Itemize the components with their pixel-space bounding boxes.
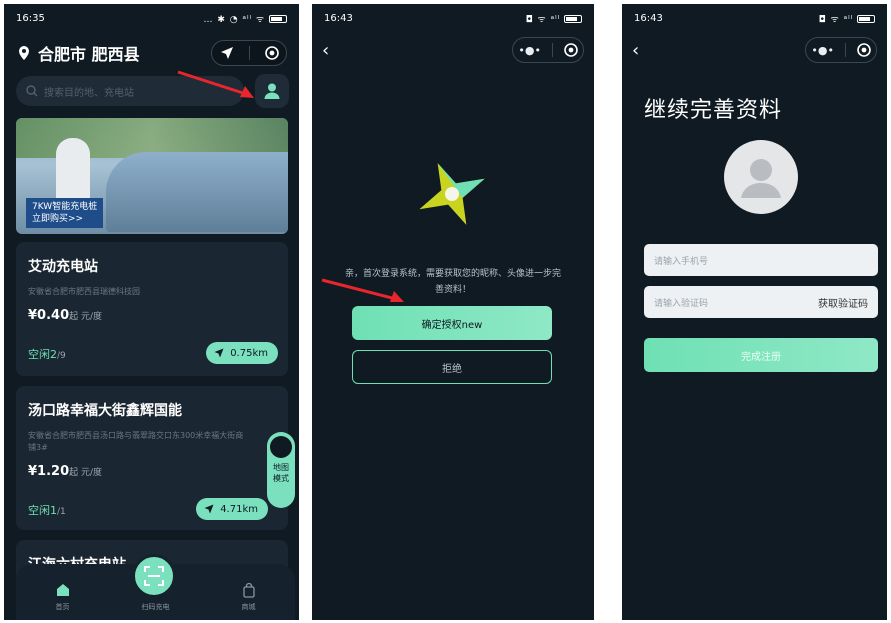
- battery-icon: [857, 15, 875, 23]
- status-bar: 16:43 ◘ ᯤ ᵃˡˡ: [312, 4, 594, 32]
- code-placeholder: 请输入验证码: [654, 298, 709, 309]
- more-icon[interactable]: •●•: [518, 44, 541, 57]
- station-price: ¥0.40起 元/度: [28, 308, 103, 323]
- mini-program-capsule: •●•: [512, 37, 584, 63]
- tab-home[interactable]: 首页: [33, 582, 93, 612]
- status-icons: … ✱ ◔ ᵃˡˡ ᯤ: [204, 12, 287, 25]
- mini-program-capsule: •●•: [805, 37, 877, 63]
- promo-label: 7KW智能充电桩 立即购买>>: [26, 198, 104, 228]
- default-avatar-icon: [741, 159, 781, 198]
- nav-bar: ‹ •●•: [622, 32, 887, 68]
- status-time: 16:43: [324, 12, 353, 24]
- battery-icon: [564, 15, 582, 23]
- search-icon: [26, 85, 38, 97]
- get-code-button[interactable]: 获取验证码: [818, 295, 868, 310]
- search-placeholder: 搜索目的地、充电站: [44, 87, 134, 99]
- more-icon[interactable]: •●•: [811, 44, 834, 57]
- map-icon: [270, 436, 292, 458]
- battery-icon: [269, 15, 287, 23]
- red-arrow-annotation: [321, 278, 404, 302]
- station-card[interactable]: 汤口路幸福大街鑫辉国能 安徽省合肥市肥西县汤口路与翡翠路交口东300米幸福大街商…: [16, 386, 288, 530]
- tab-shop[interactable]: 商城: [219, 582, 279, 612]
- distance-button[interactable]: 0.75km: [206, 342, 278, 364]
- back-icon[interactable]: ‹: [322, 40, 329, 61]
- back-icon[interactable]: ‹: [632, 40, 639, 61]
- scan-icon: [144, 566, 164, 586]
- station-card[interactable]: 艾动充电站 安徽省合肥市肥西县瑞德科技园 ¥0.40起 元/度 空闲2/9 0.…: [16, 242, 288, 376]
- navigate-icon: [214, 348, 224, 358]
- close-miniprogram-icon[interactable]: [856, 43, 871, 57]
- reject-button[interactable]: 拒绝: [352, 350, 552, 384]
- location-pin-icon: [19, 46, 29, 60]
- shopping-bag-icon: [242, 582, 255, 598]
- navigate-icon[interactable]: [220, 46, 234, 60]
- navigate-icon: [204, 504, 214, 514]
- station-name: 汤口路幸福大街鑫辉国能: [28, 403, 182, 419]
- station-address: 安徽省合肥市肥西县汤口路与翡翠路交口东300米幸福大街商铺3#: [28, 431, 244, 452]
- scan-charge-button[interactable]: [132, 554, 176, 598]
- confirm-authorize-button[interactable]: 确定授权new: [352, 306, 552, 340]
- home-icon: [56, 584, 69, 596]
- red-arrow-annotation: [177, 70, 254, 98]
- idle-count: 空闲2/9: [28, 348, 66, 361]
- car-image: [106, 152, 288, 232]
- map-mode-toggle[interactable]: 地图模式: [267, 432, 295, 508]
- status-bar: 16:35 … ✱ ◔ ᵃˡˡ ᯤ: [4, 4, 299, 32]
- status-bar: 16:43 ◘ ᯤ ᵃˡˡ: [622, 4, 887, 32]
- home-screen: 16:35 … ✱ ◔ ᵃˡˡ ᯤ 合肥市 肥西县 搜索目的地、充电站 7KW智…: [4, 4, 299, 620]
- station-price: ¥1.20起 元/度: [28, 464, 103, 479]
- mini-program-capsule: [211, 40, 287, 66]
- phone-placeholder: 请输入手机号: [654, 256, 709, 267]
- authorize-screen: 16:43 ◘ ᯤ ᵃˡˡ ‹ •●• 亲，首次登录系统，需要获取您的昵称、头像…: [312, 4, 594, 620]
- current-location[interactable]: 合肥市 肥西县: [38, 41, 140, 65]
- avatar[interactable]: [724, 140, 798, 214]
- app-logo-icon: [419, 163, 485, 225]
- page-title: 继续完善资料: [644, 98, 783, 123]
- location-bar: 合肥市 肥西县: [16, 40, 287, 66]
- close-miniprogram-icon[interactable]: [563, 43, 578, 57]
- verification-code-field[interactable]: 请输入验证码 获取验证码: [644, 286, 878, 318]
- idle-count: 空闲1/1: [28, 504, 66, 517]
- user-icon: [264, 83, 280, 99]
- close-miniprogram-icon[interactable]: [264, 46, 279, 60]
- status-time: 16:35: [16, 12, 45, 24]
- user-profile-button[interactable]: [255, 74, 289, 108]
- promo-banner[interactable]: 7KW智能充电桩 立即购买>>: [16, 118, 288, 234]
- profile-screen: 16:43 ◘ ᯤ ᵃˡˡ ‹ •●• 继续完善资料 请输入手机号 请输入验证码…: [622, 4, 887, 620]
- phone-field[interactable]: 请输入手机号: [644, 244, 878, 276]
- station-address: 安徽省合肥市肥西县瑞德科技园: [28, 287, 140, 296]
- distance-button[interactable]: 4.71km: [196, 498, 268, 520]
- station-name: 艾动充电站: [28, 259, 98, 275]
- complete-registration-button[interactable]: 完成注册: [644, 338, 878, 372]
- nav-bar: ‹ •●•: [312, 32, 594, 68]
- status-time: 16:43: [634, 12, 663, 24]
